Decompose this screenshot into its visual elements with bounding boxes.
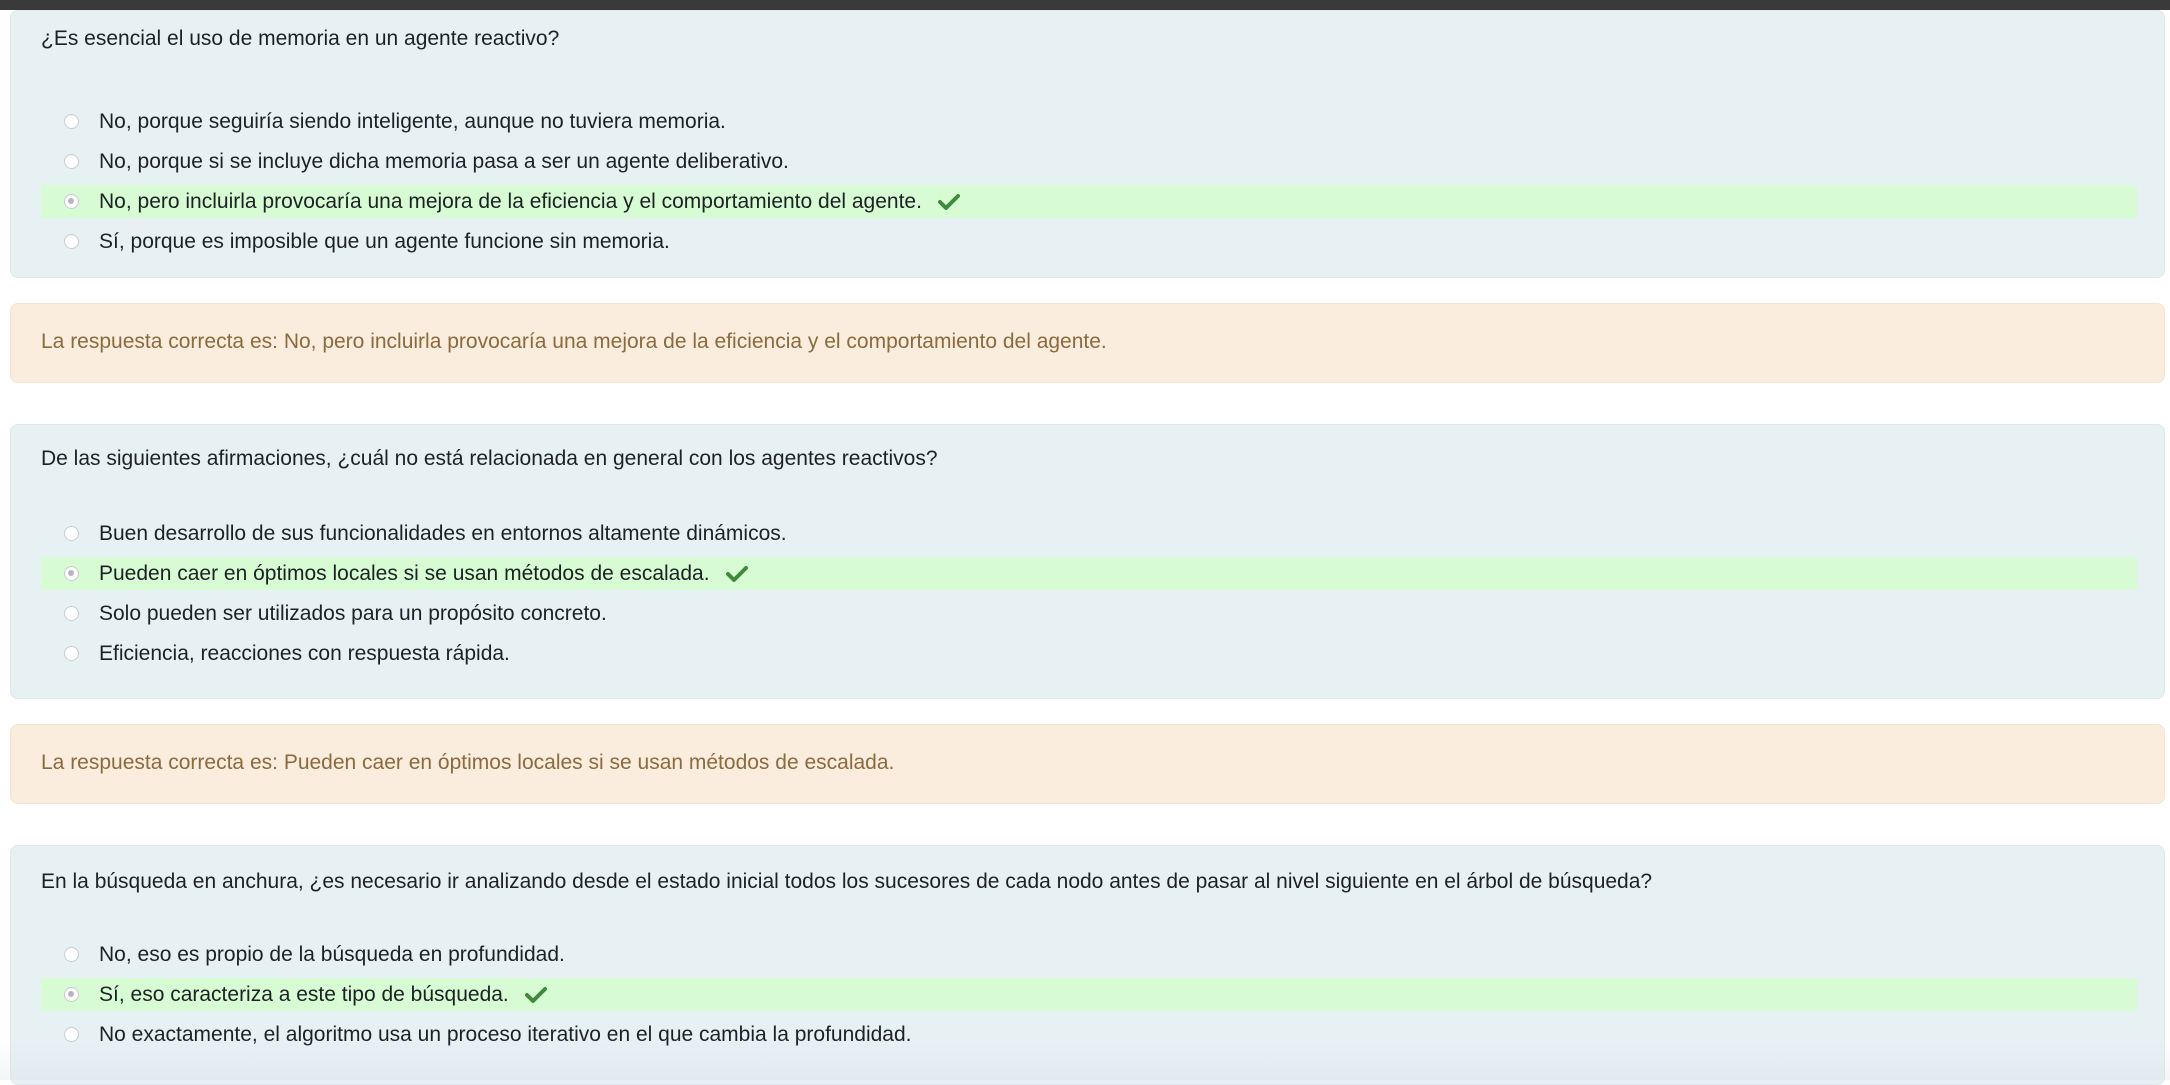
answer-option[interactable]: No, eso es propio de la búsqueda en prof… [41,938,2137,971]
answer-option-label: Sí, porque es imposible que un agente fu… [99,229,670,253]
answer-option-label: No, eso es propio de la búsqueda en prof… [99,942,565,966]
feedback-answer: No, pero incluirla provocaría una mejora… [283,330,1107,353]
radio-button[interactable] [64,1027,79,1042]
feedback-prefix: La respuesta correcta es: [41,751,278,774]
checkmark-icon [524,986,547,1003]
answer-option-correct[interactable]: No, pero incluirla provocaría una mejora… [41,185,2137,218]
radio-button[interactable] [64,234,79,249]
answer-option-label: Eficiencia, reacciones con respuesta ráp… [99,641,510,665]
answer-option[interactable]: Buen desarrollo de sus funcionalidades e… [41,517,2137,550]
answer-option-label: Pueden caer en óptimos locales si se usa… [99,561,710,585]
answer-option-label: Buen desarrollo de sus funcionalidades e… [99,521,787,545]
answer-option-label: No, porque si se incluye dicha memoria p… [99,149,789,173]
answer-option[interactable]: Eficiencia, reacciones con respuesta ráp… [41,637,2137,670]
answer-option-label: No, porque seguiría siendo inteligente, … [99,109,726,133]
question-text: ¿Es esencial el uso de memoria en un age… [41,27,560,50]
radio-button[interactable] [64,154,79,169]
answer-option[interactable]: No, porque si se incluye dicha memoria p… [41,145,2137,178]
checkmark-icon [725,565,748,582]
feedback-text: La respuesta correcta es: No, pero inclu… [41,328,1107,356]
radio-button[interactable] [64,114,79,129]
correct-answer-feedback-1: La respuesta correcta es: No, pero inclu… [10,303,2165,383]
radio-button-selected[interactable] [64,987,79,1002]
browser-top-bar [0,0,2170,10]
question-card-2: De las siguientes afirmaciones, ¿cuál no… [10,424,2165,699]
answer-option-correct[interactable]: Pueden caer en óptimos locales si se usa… [41,557,2137,590]
question-text: De las siguientes afirmaciones, ¿cuál no… [41,447,938,470]
answer-option-correct[interactable]: Sí, eso caracteriza a este tipo de búsqu… [41,978,2137,1011]
answer-option[interactable]: Sí, porque es imposible que un agente fu… [41,225,2137,258]
feedback-prefix: La respuesta correcta es: [41,330,278,353]
answer-option-label: Sí, eso caracteriza a este tipo de búsqu… [99,982,509,1006]
answer-option-label: No, pero incluirla provocaría una mejora… [99,189,922,213]
answer-option-label: No exactamente, el algoritmo usa un proc… [99,1022,912,1046]
radio-button-selected[interactable] [64,194,79,209]
checkmark-icon [937,193,960,210]
answer-option[interactable]: Solo pueden ser utilizados para un propó… [41,597,2137,630]
correct-answer-feedback-2: La respuesta correcta es: Pueden caer en… [10,724,2165,804]
radio-button[interactable] [64,646,79,661]
question-card-1: ¿Es esencial el uso de memoria en un age… [10,10,2165,278]
answer-option-label: Solo pueden ser utilizados para un propó… [99,601,607,625]
question-card-3: En la búsqueda en anchura, ¿es necesario… [10,845,2165,1085]
radio-button[interactable] [64,606,79,621]
answer-option[interactable]: No exactamente, el algoritmo usa un proc… [41,1018,2137,1051]
feedback-answer: Pueden caer en óptimos locales si se usa… [283,751,895,774]
radio-button[interactable] [64,526,79,541]
feedback-text: La respuesta correcta es: Pueden caer en… [41,749,894,777]
radio-button-selected[interactable] [64,566,79,581]
radio-button[interactable] [64,947,79,962]
question-text: En la búsqueda en anchura, ¿es necesario… [41,870,1653,893]
answer-option[interactable]: No, porque seguiría siendo inteligente, … [41,105,2137,138]
